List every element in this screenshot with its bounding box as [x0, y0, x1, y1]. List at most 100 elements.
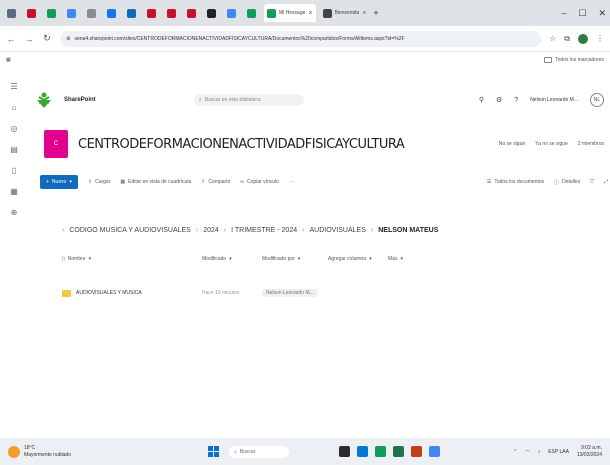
breadcrumb-item[interactable]: AUDIOVISUALES [309, 227, 365, 234]
site-action-follow[interactable]: Ya no se sigue [535, 141, 568, 147]
extensions-icon[interactable]: ⧉ [564, 34, 570, 44]
weather-widget[interactable]: 18°C Mayormente nublado [8, 445, 138, 459]
forward-icon[interactable]: → [24, 34, 34, 44]
maximize-icon[interactable]: ☐ [578, 8, 586, 19]
tab-close-icon[interactable]: × [362, 10, 366, 17]
clock[interactable]: 9:02 a.m. 13/03/2024 [577, 445, 602, 459]
upload-icon: ⇪ [87, 179, 93, 185]
browser-tab[interactable] [144, 4, 160, 22]
browser-tab[interactable] [184, 4, 200, 22]
search-input[interactable]: ⌕ Buscar en este biblioteca [194, 94, 304, 106]
tab-favicon-icon [167, 8, 176, 18]
site-action-members[interactable]: 2 miembros [578, 141, 604, 147]
sharepoint-app-rail: ☰ ⌂ ◎ ▤ ▯ ▦ ⊕ [0, 68, 28, 438]
site-title[interactable]: CENTRODEFORMACIONENACTIVIDADFISICAYCULTU… [78, 137, 405, 152]
grid-icon: ▦ [120, 179, 126, 185]
browser-tab[interactable] [164, 4, 180, 22]
volume-icon[interactable]: ♪ [538, 449, 541, 455]
more-commands-icon[interactable]: ⋯ [289, 179, 294, 185]
globe-icon[interactable]: ◎ [11, 124, 18, 133]
reload-icon[interactable]: ↻ [42, 33, 52, 44]
browser-tab[interactable]: Bienvenida × [320, 4, 370, 22]
avatar[interactable]: NL [590, 93, 604, 107]
tab-favicon-icon [87, 8, 96, 18]
app-name[interactable]: SharePoint [64, 97, 184, 103]
row-name[interactable]: AUDIOVISUALES Y MUSICA [76, 290, 142, 296]
column-add[interactable]: Agregar columna ▾ [328, 256, 388, 262]
site-action-follow-status[interactable]: No se sigue [499, 141, 525, 147]
bookmarks-grid-icon[interactable]: ▦ [6, 57, 11, 63]
row-name-cell: AUDIOVISUALES Y MUSICA [62, 289, 202, 297]
new-tab-icon[interactable]: + [373, 8, 378, 18]
taskbar-search[interactable]: ⌕ Buscar [229, 445, 289, 458]
table-row[interactable]: AUDIOVISUALES Y MUSICA Hace 19 minutos N… [62, 286, 482, 300]
user-name[interactable]: Nelson Leonardo M... [530, 97, 578, 103]
browser-tab[interactable] [244, 4, 260, 22]
filter-icon[interactable]: ⛉ [590, 179, 594, 186]
browser-tab[interactable]: Mi Hessage × [264, 4, 316, 22]
browser-tab[interactable] [24, 4, 40, 22]
site-info-icon[interactable]: ⚙ [66, 36, 70, 42]
files-icon[interactable]: ▤ [10, 145, 18, 154]
column-more[interactable]: Más ▾ [388, 256, 438, 262]
details-button[interactable]: ⓘ Detalles [554, 179, 580, 186]
chevron-down-icon: ▾ [88, 256, 92, 262]
row-modified-by[interactable]: Nelson Leonardo M... [262, 289, 318, 297]
browser-tab[interactable] [104, 4, 120, 22]
breadcrumb-item[interactable]: 2024 [203, 227, 219, 234]
browser-tab[interactable] [4, 4, 20, 22]
all-bookmarks[interactable]: Todos los marcadores [544, 57, 604, 63]
taskbar-app-icon[interactable] [429, 446, 440, 457]
column-name[interactable]: ▯ Nombre ▾ [62, 256, 202, 262]
close-icon[interactable]: ✕ [598, 8, 606, 19]
view-selector[interactable]: ☰ Todos los documentos [487, 179, 544, 186]
column-modified-by[interactable]: Modificado por ▾ [262, 256, 328, 262]
copy-link-button[interactable]: ∞ Copiar vínculo [240, 179, 279, 185]
taskbar-app-icon[interactable] [339, 446, 350, 457]
folder-icon [544, 57, 553, 63]
taskbar-app-icon[interactable] [393, 446, 404, 457]
menu-icon[interactable]: ⋮ [596, 34, 604, 43]
help-icon[interactable]: ? [514, 97, 518, 104]
breadcrumb-item[interactable]: CODIGO MUSICA Y AUDIOVISUALES [69, 227, 191, 234]
browser-tab[interactable] [224, 4, 240, 22]
search-placeholder: Buscar en este biblioteca [204, 97, 261, 103]
profile-avatar[interactable] [578, 33, 588, 44]
site-logo-tile[interactable]: C [44, 130, 68, 158]
browser-tab[interactable] [44, 4, 60, 22]
minimize-icon[interactable]: – [561, 8, 566, 19]
language-indicator[interactable]: ESP LAA [548, 449, 569, 455]
tab-close-icon[interactable]: × [308, 10, 312, 17]
list-icon[interactable]: ▦ [10, 187, 18, 196]
back-icon[interactable]: ← [6, 34, 16, 44]
browser-tab[interactable] [84, 4, 100, 22]
document-icon[interactable]: ▯ [12, 166, 16, 175]
breadcrumb-item[interactable]: I TRIMESTRE - 2024 [231, 227, 297, 234]
bookmark-star-icon[interactable]: ☆ [549, 34, 556, 43]
taskbar-app-icon[interactable] [375, 446, 386, 457]
new-button[interactable]: + Nuevo ▾ [40, 175, 78, 189]
browser-tab[interactable] [64, 4, 80, 22]
tools-icon[interactable]: ⚲ [479, 96, 484, 104]
crumb-separator: › [302, 226, 305, 234]
expand-icon[interactable]: ⤢ [604, 179, 608, 186]
taskbar-app-icon[interactable] [357, 446, 368, 457]
browser-tab[interactable] [204, 4, 220, 22]
settings-icon[interactable]: ⚙ [496, 96, 502, 104]
app-launcher-icon[interactable]: ☰ [10, 82, 17, 91]
wifi-icon[interactable]: ◠ [525, 449, 529, 455]
add-icon[interactable]: ⊕ [11, 208, 18, 217]
windows-start-icon[interactable] [208, 446, 219, 457]
taskbar-app-icon[interactable] [411, 446, 422, 457]
upload-button[interactable]: ⇪ Cargar [88, 179, 111, 185]
column-modified[interactable]: Modificado ▾ [202, 256, 262, 262]
taskbar-apps [339, 446, 440, 457]
url-field[interactable]: ⚙ sena4.sharepoint.com/sites/CENTRODEFOR… [60, 30, 542, 47]
browser-tab[interactable] [124, 4, 140, 22]
sena-logo-icon[interactable] [34, 90, 54, 110]
grid-edit-button[interactable]: ▦ Editar en vista de cuadrícula [120, 179, 191, 185]
weather-icon [8, 445, 20, 458]
share-button[interactable]: ⇧ Compartir [201, 179, 230, 185]
tray-chevron-icon[interactable]: ⌃ [513, 449, 517, 455]
home-icon[interactable]: ⌂ [12, 103, 17, 112]
